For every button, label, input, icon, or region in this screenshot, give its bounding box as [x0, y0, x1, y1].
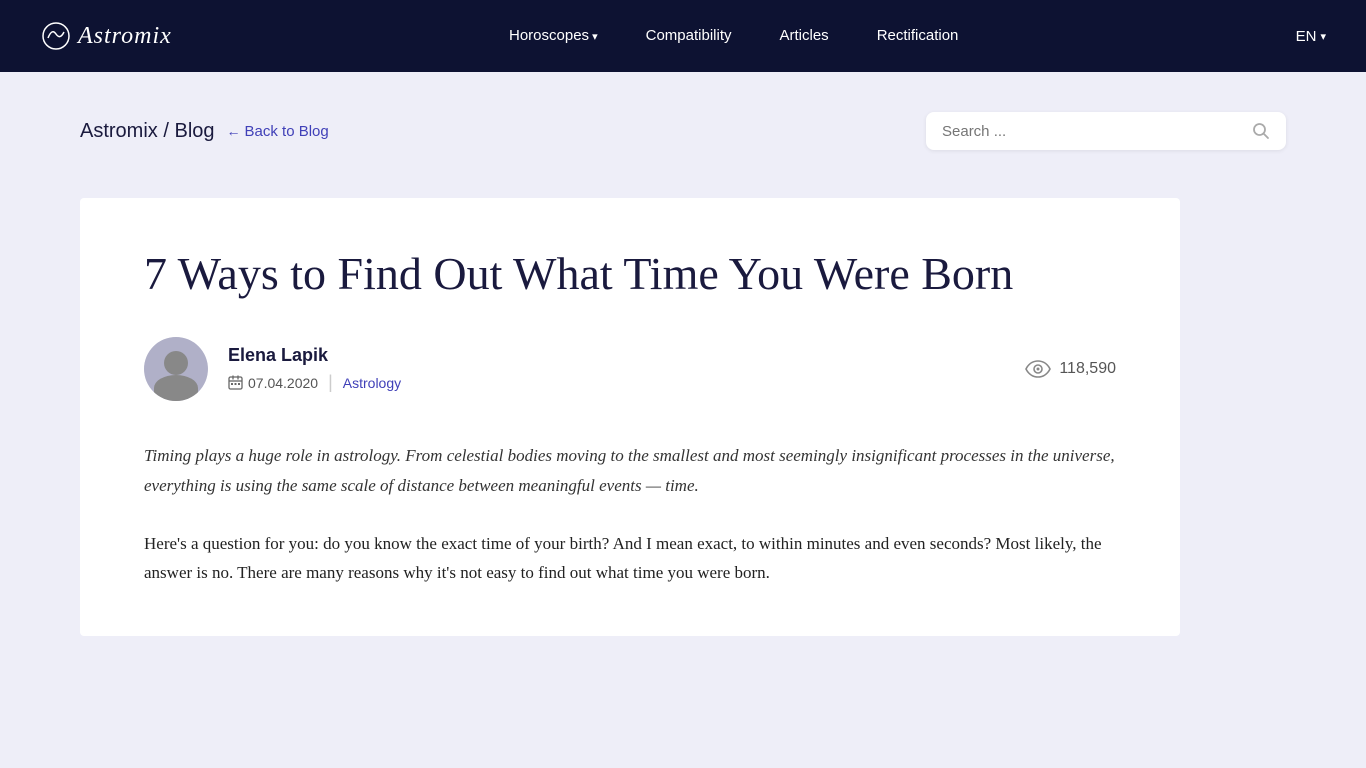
author-info: Elena Lapik 0	[144, 337, 401, 401]
author-details: Elena Lapik 0	[228, 345, 401, 393]
eye-icon	[1025, 360, 1051, 378]
article-title: 7 Ways to Find Out What Time You Were Bo…	[144, 246, 1116, 301]
views-count: 118,590	[1059, 360, 1116, 378]
meta-separator: |	[328, 372, 333, 393]
nav-item-rectification[interactable]: Rectification	[877, 27, 959, 45]
logo-icon	[40, 20, 72, 52]
search-input[interactable]	[942, 123, 1242, 140]
nav-item-compatibility[interactable]: Compatibility	[646, 27, 732, 45]
back-to-blog-link[interactable]: Back to Blog	[227, 123, 329, 140]
language-selector[interactable]: EN	[1296, 28, 1326, 45]
author-name: Elena Lapik	[228, 345, 401, 366]
avatar-silhouette	[144, 337, 208, 401]
nav-item-articles[interactable]: Articles	[780, 27, 829, 45]
logo[interactable]: Astromix	[40, 20, 172, 52]
logo-text: Astromix	[78, 23, 172, 50]
calendar-icon	[228, 375, 243, 390]
search-icon	[1252, 122, 1270, 140]
avatar	[144, 337, 208, 401]
views-info: 118,590	[1025, 360, 1116, 378]
nav-menu: Horoscopes Compatibility Articles Rectif…	[509, 27, 958, 45]
breadcrumb: Astromix / Blog Back to Blog	[80, 120, 329, 143]
article-body: Here's a question for you: do you know t…	[144, 529, 1116, 589]
article-container: 7 Ways to Find Out What Time You Were Bo…	[80, 198, 1180, 636]
author-row: Elena Lapik 0	[144, 337, 1116, 401]
page-content: Astromix / Blog Back to Blog 7 Ways to F…	[0, 72, 1366, 768]
article-intro: Timing plays a huge role in astrology. F…	[144, 441, 1116, 501]
author-meta: 07.04.2020 | Astrology	[228, 372, 401, 393]
navigation: Astromix Horoscopes Compatibility Articl…	[0, 0, 1366, 72]
category-link[interactable]: Astrology	[343, 375, 401, 391]
nav-item-horoscopes[interactable]: Horoscopes	[509, 27, 598, 45]
date-container: 07.04.2020	[228, 375, 318, 391]
top-row: Astromix / Blog Back to Blog	[80, 112, 1286, 150]
search-box	[926, 112, 1286, 150]
article-date: 07.04.2020	[248, 375, 318, 391]
breadcrumb-path: Astromix / Blog	[80, 120, 215, 143]
